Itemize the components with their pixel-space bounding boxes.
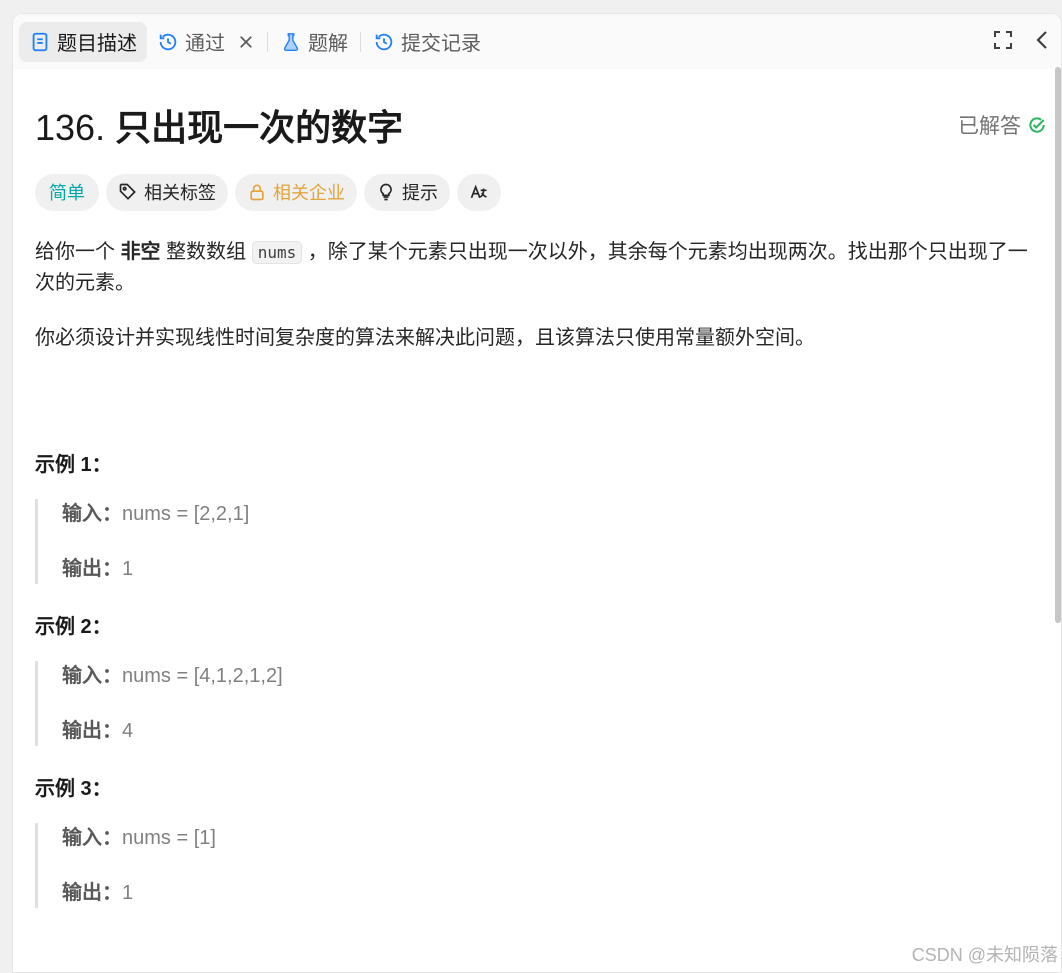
example-output: 输出：4 bbox=[62, 716, 1039, 746]
problem-panel: 题目描述 通过 题解 提交记录 136. 只出现一次的数字 已解答 简单 相关标… bbox=[12, 13, 1062, 973]
example-title: 示例 2： bbox=[35, 616, 112, 638]
example-input-label: 输入： bbox=[62, 665, 122, 687]
watermark: CSDN @未知陨落 bbox=[911, 945, 1058, 965]
related-companies-label: 相关企业 bbox=[273, 183, 345, 203]
tab-divider bbox=[360, 31, 361, 52]
history-icon bbox=[159, 33, 177, 50]
hint-button[interactable]: 提示 bbox=[364, 173, 450, 211]
example-block: 输入：nums = [1] 输出：1 bbox=[35, 823, 1039, 908]
example-output-label: 输出： bbox=[62, 882, 122, 904]
example-input: 输入：nums = [4,1,2,1,2] bbox=[62, 661, 1039, 691]
desc-bold-text: 非空 bbox=[120, 241, 161, 263]
example-title: 示例 3： bbox=[35, 778, 112, 800]
example-output-label: 输出： bbox=[62, 558, 122, 580]
chevron-left-icon[interactable] bbox=[1031, 28, 1055, 52]
solved-status-label: 已解答 bbox=[958, 115, 1021, 138]
example-output: 输出：1 bbox=[62, 878, 1039, 908]
example-3: 示例 3： 输入：nums = [1] 输出：1 bbox=[35, 772, 1039, 908]
difficulty-label: 简单 bbox=[49, 183, 85, 203]
history-icon bbox=[375, 33, 393, 50]
tag-icon bbox=[119, 183, 136, 200]
requirement-paragraph: 你必须设计并实现线性时间复杂度的算法来解决此问题，且该算法只使用常量额外空间。 bbox=[35, 327, 815, 349]
example-input: 输入：nums = [2,2,1] bbox=[62, 499, 1039, 529]
flask-icon bbox=[283, 32, 299, 51]
problem-title[interactable]: 136. 只出现一次的数字 bbox=[35, 99, 403, 151]
example-output-value: 4 bbox=[122, 720, 134, 742]
translate-button[interactable] bbox=[457, 173, 501, 211]
document-icon bbox=[32, 32, 48, 51]
example-title: 示例 1： bbox=[35, 454, 112, 476]
tab-bar: 题目描述 通过 题解 提交记录 bbox=[13, 14, 1061, 69]
example-input-value: nums = [1] bbox=[122, 827, 216, 849]
example-input-label: 输入： bbox=[62, 827, 122, 849]
desc-text: 给你一个 bbox=[35, 241, 121, 263]
example-output-label: 输出： bbox=[62, 720, 122, 742]
example-input-value: nums = [4,1,2,1,2] bbox=[122, 665, 283, 687]
tab-solutions-label: 题解 bbox=[308, 33, 348, 55]
example-output-value: 1 bbox=[122, 882, 134, 904]
description-paragraph: 给你一个 非空 整数数组 nums ，除了某个元素只出现一次以外，其余每个元素均… bbox=[35, 237, 1039, 299]
tab-submissions[interactable]: 提交记录 bbox=[363, 22, 491, 62]
lightbulb-icon bbox=[380, 183, 392, 201]
problem-content: 136. 只出现一次的数字 已解答 简单 相关标签 相关企业 提示 给你一个 非… bbox=[13, 69, 1061, 908]
close-icon[interactable] bbox=[237, 33, 255, 51]
title-row: 136. 只出现一次的数字 已解答 bbox=[35, 69, 1045, 181]
problem-number: 136. bbox=[35, 107, 106, 148]
fullscreen-icon[interactable] bbox=[991, 28, 1015, 52]
example-output-value: 1 bbox=[122, 558, 134, 580]
example-block: 输入：nums = [2,2,1] 输出：1 bbox=[35, 499, 1039, 584]
example-input-label: 输入： bbox=[62, 503, 122, 525]
check-circle-icon bbox=[1029, 117, 1045, 133]
example-block: 输入：nums = [4,1,2,1,2] 输出：4 bbox=[35, 661, 1039, 746]
tab-description-label: 题目描述 bbox=[57, 33, 137, 55]
problem-description: 给你一个 非空 整数数组 nums ，除了某个元素只出现一次以外，其余每个元素均… bbox=[35, 237, 1039, 354]
example-output: 输出：1 bbox=[62, 554, 1039, 584]
inline-code: nums bbox=[251, 241, 303, 264]
tabbar-actions bbox=[975, 28, 1055, 52]
tab-solutions[interactable]: 题解 bbox=[270, 22, 358, 62]
related-companies-button[interactable]: 相关企业 bbox=[235, 173, 357, 211]
tab-description[interactable]: 题目描述 bbox=[19, 21, 147, 62]
difficulty-badge: 简单 bbox=[35, 173, 99, 211]
example-input: 输入：nums = [1] bbox=[62, 823, 1039, 853]
related-tags-label: 相关标签 bbox=[144, 183, 216, 203]
desc-text: 整数数组 bbox=[160, 241, 252, 263]
tab-divider bbox=[267, 31, 268, 52]
lock-icon bbox=[250, 184, 264, 201]
hint-label: 提示 bbox=[402, 183, 438, 203]
translate-icon bbox=[470, 184, 487, 199]
example-input-value: nums = [2,2,1] bbox=[122, 503, 250, 525]
tag-row: 简单 相关标签 相关企业 提示 bbox=[35, 173, 1039, 211]
solved-status: 已解答 bbox=[958, 110, 1047, 140]
problem-title-text: 只出现一次的数字 bbox=[115, 107, 404, 148]
tab-submission-result-label: 通过 bbox=[185, 33, 225, 55]
tab-submission-result[interactable]: 通过 bbox=[147, 22, 265, 62]
tab-submissions-label: 提交记录 bbox=[401, 33, 481, 55]
vertical-scrollbar[interactable] bbox=[1055, 67, 1061, 623]
example-1: 示例 1： 输入：nums = [2,2,1] 输出：1 bbox=[35, 448, 1039, 584]
related-tags-button[interactable]: 相关标签 bbox=[106, 173, 228, 211]
example-2: 示例 2： 输入：nums = [4,1,2,1,2] 输出：4 bbox=[35, 610, 1039, 746]
